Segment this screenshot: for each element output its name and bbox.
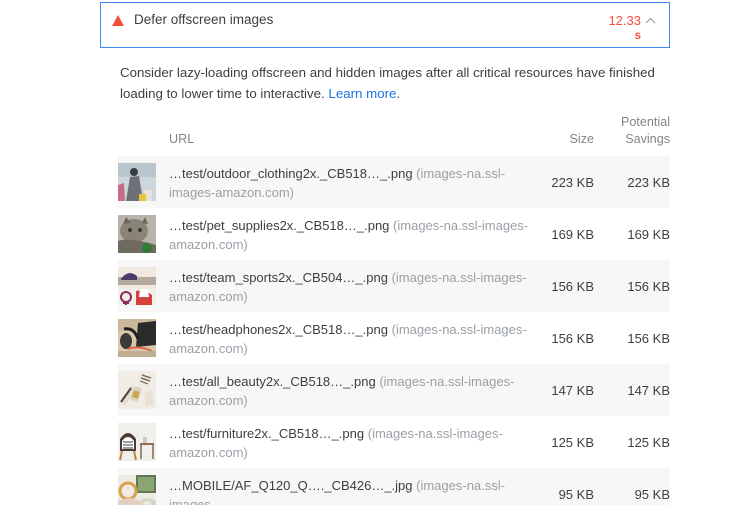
savings-value: 223 KB	[627, 174, 670, 190]
table-row[interactable]: …test/team_sports2x._CB504…_.png (images…	[118, 260, 670, 312]
score-value: 12.33 s	[595, 13, 641, 43]
size-value: 169 KB	[551, 226, 594, 242]
url-cell: …MOBILE/AF_Q120_Q…._CB426…_.jpg (images-…	[118, 469, 532, 505]
audit-header-card[interactable]: Defer offscreen images 12.33 s	[100, 2, 670, 48]
url-text: …test/furniture2x._CB518…_.png (images-n…	[169, 423, 532, 462]
url-cell: …test/headphones2x._CB518…_.png (images-…	[118, 313, 532, 364]
table-row[interactable]: …test/outdoor_clothing2x._CB518…_.png (i…	[118, 156, 670, 208]
column-header-savings-line2: Savings	[625, 132, 670, 146]
url-path: …test/team_sports2x._CB504…_.png	[169, 269, 388, 285]
savings-value: 147 KB	[627, 382, 670, 398]
score-number: 12.33	[608, 13, 641, 28]
url-path: …test/pet_supplies2x._CB518…_.png	[169, 217, 390, 233]
savings-value: 125 KB	[627, 434, 670, 450]
offscreen-images-table: URL Size Potential Savings …test/outdoor…	[118, 114, 670, 505]
table-row[interactable]: …test/all_beauty2x._CB518…_.png (images-…	[118, 364, 670, 416]
table-row[interactable]: …test/headphones2x._CB518…_.png (images-…	[118, 312, 670, 364]
audit-title: Defer offscreen images	[134, 12, 274, 27]
column-header-savings-line1: Potential	[620, 115, 670, 129]
chevron-up-icon[interactable]	[641, 13, 659, 24]
score-unit: s	[634, 30, 641, 42]
savings-value: 156 KB	[627, 330, 670, 346]
url-path: …test/headphones2x._CB518…_.png	[169, 321, 388, 337]
lighthouse-audit-panel: Defer offscreen images 12.33 s Consider …	[0, 0, 746, 505]
savings-value: 95 KB	[634, 486, 670, 502]
column-header-url: URL	[169, 132, 195, 146]
url-cell: …test/pet_supplies2x._CB518…_.png (image…	[118, 209, 532, 260]
url-text: …test/pet_supplies2x._CB518…_.png (image…	[169, 215, 532, 254]
mobile-af-thumbnail	[118, 474, 156, 505]
url-cell: …test/furniture2x._CB518…_.png (images-n…	[118, 417, 532, 468]
url-path: …test/furniture2x._CB518…_.png	[169, 425, 365, 441]
pet-supplies-thumbnail	[118, 214, 156, 253]
size-value: 95 KB	[558, 486, 594, 502]
headphones-thumbnail	[118, 318, 156, 357]
url-text: …MOBILE/AF_Q120_Q…._CB426…_.jpg (images-…	[169, 475, 532, 505]
size-value: 156 KB	[551, 278, 594, 294]
url-cell: …test/outdoor_clothing2x._CB518…_.png (i…	[118, 157, 532, 208]
url-path: …test/outdoor_clothing2x._CB518…_.png	[169, 165, 413, 181]
size-value: 147 KB	[551, 382, 594, 398]
savings-value: 156 KB	[627, 278, 670, 294]
audit-description: Consider lazy-loading offscreen and hidd…	[120, 62, 655, 104]
audit-description-text-end: .	[396, 86, 401, 101]
url-text: …test/headphones2x._CB518…_.png (images-…	[169, 319, 532, 358]
savings-value: 169 KB	[627, 226, 670, 242]
size-value: 125 KB	[551, 434, 594, 450]
team-sports-thumbnail	[118, 266, 156, 305]
url-text: …test/outdoor_clothing2x._CB518…_.png (i…	[169, 163, 532, 202]
furniture-thumbnail	[118, 422, 156, 461]
column-header-potential-savings: Potential Savings	[594, 114, 670, 148]
column-header-size: Size	[569, 132, 595, 146]
table-row[interactable]: …MOBILE/AF_Q120_Q…._CB426…_.jpg (images-…	[118, 468, 670, 505]
url-cell: …test/all_beauty2x._CB518…_.png (images-…	[118, 365, 532, 416]
learn-more-link[interactable]: Learn more	[328, 86, 396, 101]
url-text: …test/all_beauty2x._CB518…_.png (images-…	[169, 371, 532, 410]
url-text: …test/team_sports2x._CB504…_.png (images…	[169, 267, 532, 306]
size-value: 156 KB	[551, 330, 594, 346]
outdoor-clothing-thumbnail	[118, 162, 156, 201]
size-value: 223 KB	[551, 174, 594, 190]
table-row[interactable]: …test/pet_supplies2x._CB518…_.png (image…	[118, 208, 670, 260]
url-path: …MOBILE/AF_Q120_Q…._CB426…_.jpg	[169, 477, 413, 493]
audit-header-row[interactable]: Defer offscreen images 12.33 s	[101, 3, 669, 47]
url-cell: …test/team_sports2x._CB504…_.png (images…	[118, 261, 532, 312]
table-header-row: URL Size Potential Savings	[118, 114, 670, 156]
url-path: …test/all_beauty2x._CB518…_.png	[169, 373, 376, 389]
table-row[interactable]: …test/furniture2x._CB518…_.png (images-n…	[118, 416, 670, 468]
warning-triangle-icon	[111, 13, 125, 27]
all-beauty-thumbnail	[118, 370, 156, 409]
